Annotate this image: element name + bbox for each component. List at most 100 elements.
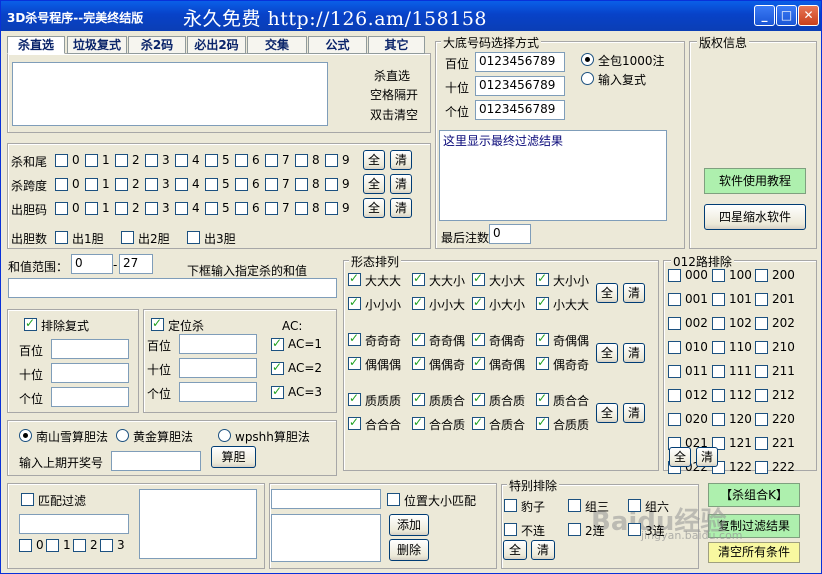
road-checkbox[interactable] xyxy=(755,341,768,354)
row-clear-button[interactable]: 清 xyxy=(390,198,412,218)
dan-count-checkbox[interactable] xyxy=(55,231,68,244)
shape-checkbox[interactable] xyxy=(348,271,361,286)
digit-checkbox[interactable] xyxy=(295,178,308,191)
digit-checkbox[interactable] xyxy=(205,154,218,167)
digit-checkbox[interactable] xyxy=(235,178,248,191)
shape-checkbox[interactable] xyxy=(536,355,549,370)
shape-clear-button[interactable]: 清 xyxy=(623,403,645,423)
pos-match-field[interactable] xyxy=(271,489,381,509)
ac-checkbox[interactable] xyxy=(271,384,284,399)
digit-checkbox[interactable] xyxy=(55,178,68,191)
match-checkbox[interactable] xyxy=(21,493,34,506)
exclude-row-field[interactable] xyxy=(51,363,129,383)
digit-checkbox[interactable] xyxy=(85,202,98,215)
digit-checkbox[interactable] xyxy=(325,154,338,167)
road-checkbox[interactable] xyxy=(755,437,768,450)
method-radio[interactable] xyxy=(19,429,32,442)
digit-checkbox[interactable] xyxy=(175,178,188,191)
digit-checkbox[interactable] xyxy=(205,202,218,215)
shape-checkbox[interactable] xyxy=(412,391,425,406)
base-row-field[interactable]: 0123456789 xyxy=(475,76,565,96)
sum-from-field[interactable]: 0 xyxy=(71,254,113,274)
shape-all-button[interactable]: 全 xyxy=(596,403,618,423)
count-field[interactable]: 0 xyxy=(489,224,531,244)
result-textarea[interactable]: 这里显示最终过滤结果 xyxy=(439,130,667,221)
road-checkbox[interactable] xyxy=(668,365,681,378)
road-checkbox[interactable] xyxy=(668,269,681,282)
digit-checkbox[interactable] xyxy=(235,202,248,215)
shape-checkbox[interactable] xyxy=(412,295,425,310)
radio-input-compound[interactable] xyxy=(581,72,594,85)
road-checkbox[interactable] xyxy=(712,317,725,330)
digit-checkbox[interactable] xyxy=(325,178,338,191)
add-button[interactable]: 添加 xyxy=(389,514,429,536)
road-checkbox[interactable] xyxy=(712,341,725,354)
ac-checkbox[interactable] xyxy=(271,336,284,351)
shape-checkbox[interactable] xyxy=(472,331,485,346)
shape-checkbox[interactable] xyxy=(536,415,549,430)
digit-checkbox[interactable] xyxy=(85,154,98,167)
digit-checkbox[interactable] xyxy=(145,202,158,215)
digit-checkbox[interactable] xyxy=(115,178,128,191)
digit-checkbox[interactable] xyxy=(265,202,278,215)
digit-checkbox[interactable] xyxy=(205,178,218,191)
position-row-field[interactable] xyxy=(179,382,257,402)
shape-checkbox[interactable] xyxy=(472,391,485,406)
tab-6[interactable]: 其它 xyxy=(368,36,425,54)
tab-4[interactable]: 交集 xyxy=(247,36,307,54)
row-clear-button[interactable]: 清 xyxy=(390,174,412,194)
road-checkbox[interactable] xyxy=(712,269,725,282)
radio-full-1000[interactable] xyxy=(581,53,594,66)
tab-3[interactable]: 必出2码 xyxy=(187,36,246,54)
special-checkbox[interactable] xyxy=(628,499,641,512)
road-checkbox[interactable] xyxy=(712,413,725,426)
road-checkbox[interactable] xyxy=(755,413,768,426)
road-checkbox[interactable] xyxy=(668,341,681,354)
close-button[interactable]: ✕ xyxy=(798,5,819,26)
road-checkbox[interactable] xyxy=(755,389,768,402)
special-clear-button[interactable]: 清 xyxy=(531,540,555,560)
maximize-button[interactable]: □ xyxy=(776,5,797,26)
shape-checkbox[interactable] xyxy=(348,295,361,310)
digit-checkbox[interactable] xyxy=(55,154,68,167)
shape-checkbox[interactable] xyxy=(472,295,485,310)
tutorial-button[interactable]: 软件使用教程 xyxy=(704,168,806,194)
road-checkbox[interactable] xyxy=(755,317,768,330)
road-checkbox[interactable] xyxy=(712,389,725,402)
special-all-button[interactable]: 全 xyxy=(503,540,527,560)
digit-checkbox[interactable] xyxy=(175,202,188,215)
shape-checkbox[interactable] xyxy=(536,271,549,286)
digit-checkbox[interactable] xyxy=(265,178,278,191)
shape-checkbox[interactable] xyxy=(536,391,549,406)
minimize-button[interactable]: _ xyxy=(754,5,775,26)
kill-direct-textarea[interactable] xyxy=(12,62,328,126)
pos-match-list[interactable] xyxy=(271,514,381,562)
special-checkbox[interactable] xyxy=(504,523,517,536)
sum-to-field[interactable]: 27 xyxy=(119,254,153,274)
road-checkbox[interactable] xyxy=(668,413,681,426)
exclude-row-field[interactable] xyxy=(51,339,129,359)
shape-checkbox[interactable] xyxy=(412,355,425,370)
shape-checkbox[interactable] xyxy=(348,331,361,346)
tab-0[interactable]: 杀直选 xyxy=(7,36,65,54)
road-checkbox[interactable] xyxy=(668,293,681,306)
road-all-button[interactable]: 全 xyxy=(669,447,691,467)
clear-all-button[interactable]: 清空所有条件 xyxy=(708,542,800,563)
position-row-field[interactable] xyxy=(179,334,257,354)
exclude-row-field[interactable] xyxy=(51,387,129,407)
match-digit-checkbox[interactable] xyxy=(100,539,113,552)
pos-match-checkbox[interactable] xyxy=(387,493,400,506)
match-digit-checkbox[interactable] xyxy=(46,539,59,552)
digit-checkbox[interactable] xyxy=(115,154,128,167)
shape-checkbox[interactable] xyxy=(348,355,361,370)
digit-checkbox[interactable] xyxy=(145,154,158,167)
shape-checkbox[interactable] xyxy=(348,391,361,406)
position-checkbox[interactable] xyxy=(151,316,164,331)
base-row-field[interactable]: 0123456789 xyxy=(475,52,565,72)
dan-count-checkbox[interactable] xyxy=(187,231,200,244)
digit-checkbox[interactable] xyxy=(325,202,338,215)
match-digit-checkbox[interactable] xyxy=(73,539,86,552)
digit-checkbox[interactable] xyxy=(235,154,248,167)
method-radio[interactable] xyxy=(116,429,129,442)
road-checkbox[interactable] xyxy=(668,317,681,330)
